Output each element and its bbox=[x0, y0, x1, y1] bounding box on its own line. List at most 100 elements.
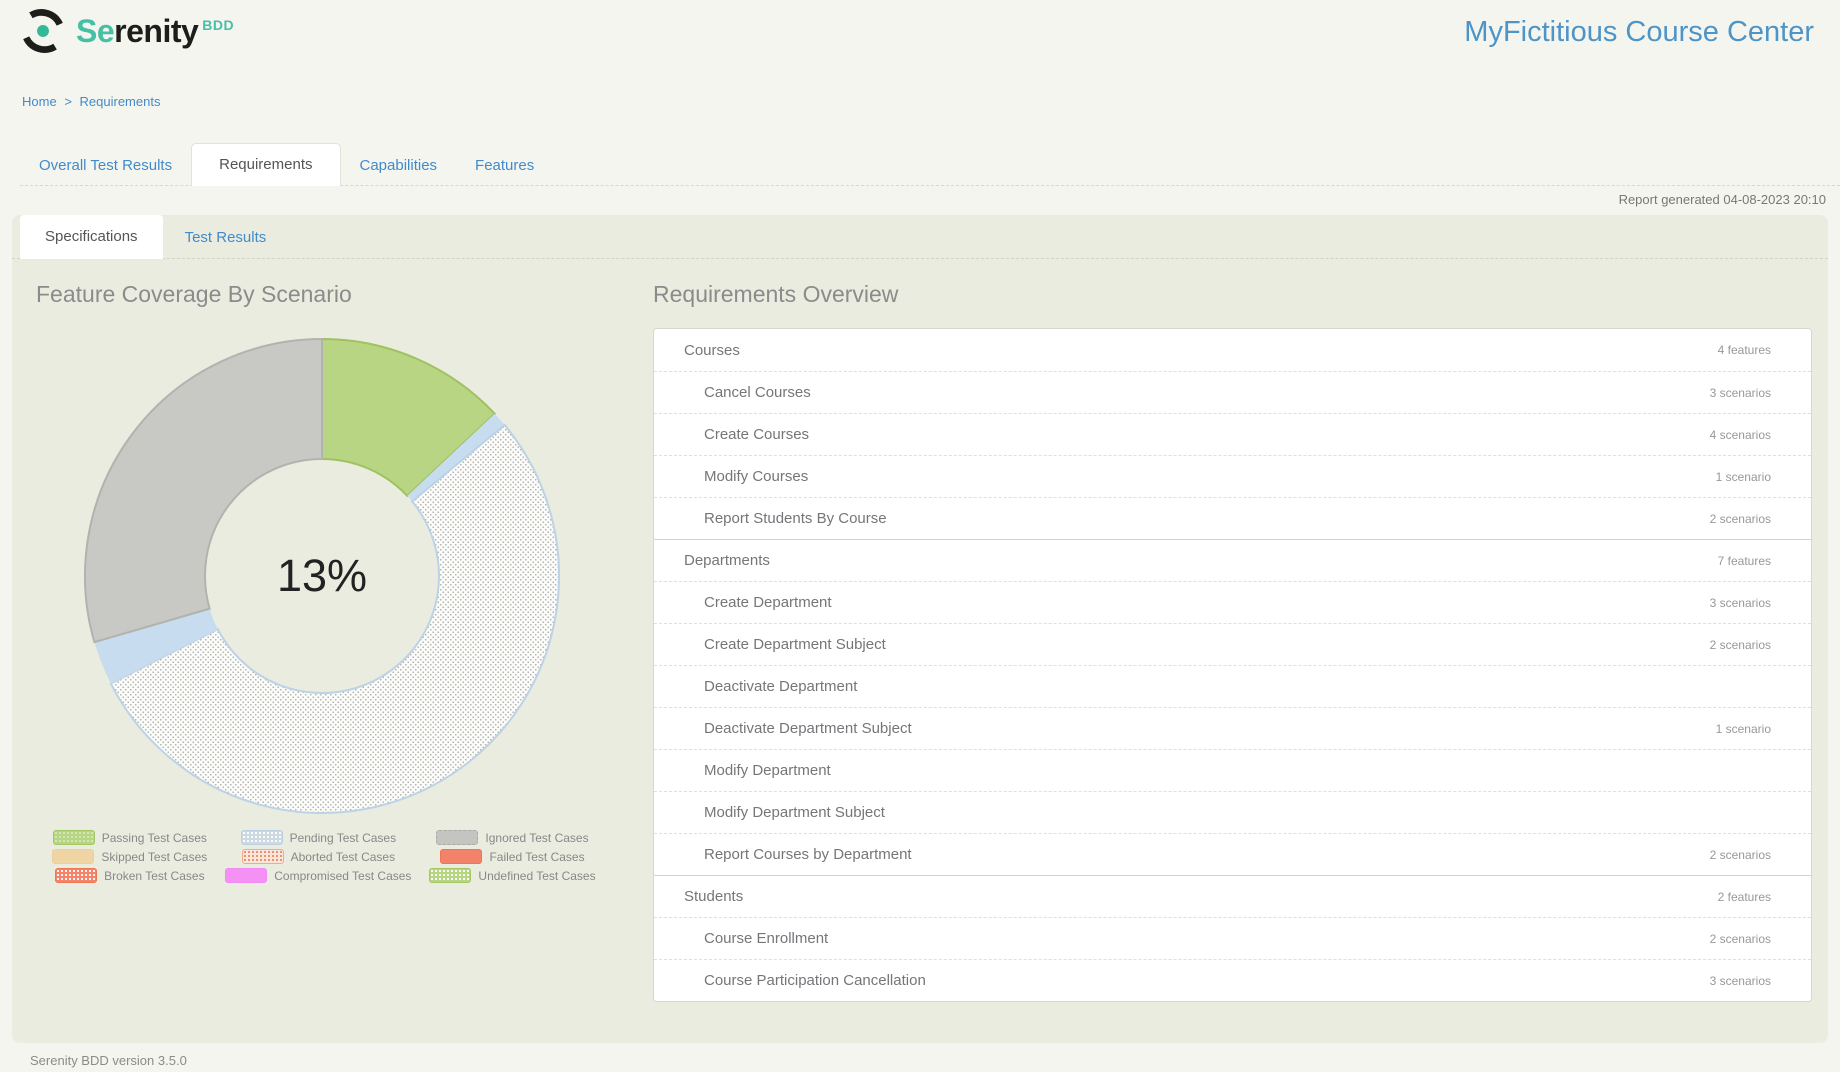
legend-swatch bbox=[225, 868, 268, 883]
requirement-count: 7 features bbox=[1717, 553, 1771, 568]
version-footer: Serenity BDD version 3.5.0 bbox=[30, 1053, 187, 1068]
requirement-name: Departments bbox=[684, 552, 770, 569]
main-tab-bar: Overall Test Results Requirements Capabi… bbox=[20, 143, 1840, 186]
legend-label: Undefined Test Cases bbox=[478, 868, 596, 883]
legend-label: Aborted Test Cases bbox=[290, 849, 396, 864]
legend-item: Undefined Test Cases bbox=[429, 868, 596, 883]
feature-row-modify-courses[interactable]: Modify Courses 1 scenario bbox=[654, 455, 1811, 497]
feature-row-report-students-by-course[interactable]: Report Students By Course 2 scenarios bbox=[654, 497, 1811, 539]
legend-swatch bbox=[52, 830, 95, 845]
feature-row-course-enrollment[interactable]: Course Enrollment 2 scenarios bbox=[654, 917, 1811, 959]
feature-row-modify-department[interactable]: Modify Department bbox=[654, 749, 1811, 791]
chart-legend: Passing Test Cases Pending Test Cases Igno… bbox=[52, 830, 596, 883]
requirement-name: Course Enrollment bbox=[704, 930, 829, 947]
requirement-name: Modify Department bbox=[704, 762, 831, 779]
requirement-count: 2 scenarios bbox=[1709, 931, 1771, 946]
requirement-count: 2 scenarios bbox=[1709, 637, 1771, 652]
page-title: MyFictitious Course Center bbox=[1464, 16, 1814, 48]
main-panel: Specifications Test Results Feature Cove… bbox=[12, 215, 1828, 1043]
requirement-count: 3 scenarios bbox=[1709, 385, 1771, 400]
requirement-count: 2 features bbox=[1717, 889, 1771, 904]
feature-row-cancel-courses[interactable]: Cancel Courses 3 scenarios bbox=[654, 371, 1811, 413]
legend-label: Broken Test Cases bbox=[104, 868, 205, 883]
legend-label: Pending Test Cases bbox=[289, 830, 397, 845]
legend-label: Failed Test Cases bbox=[489, 849, 585, 864]
tab-requirements[interactable]: Requirements bbox=[191, 143, 341, 186]
legend-swatch bbox=[429, 868, 472, 883]
breadcrumb-separator: > bbox=[64, 94, 72, 109]
breadcrumb: Home > Requirements bbox=[22, 94, 1840, 109]
feature-row-create-department-subject[interactable]: Create Department Subject 2 scenarios bbox=[654, 623, 1811, 665]
logo-center-dot bbox=[37, 25, 49, 37]
requirement-count: 1 scenario bbox=[1715, 469, 1771, 484]
legend-item: Ignored Test Cases bbox=[436, 830, 589, 845]
requirement-count: 3 scenarios bbox=[1709, 973, 1771, 988]
requirements-overview-title: Requirements Overview bbox=[653, 281, 899, 307]
requirement-name: Deactivate Department Subject bbox=[704, 720, 912, 737]
requirement-name: Create Courses bbox=[704, 426, 810, 443]
coverage-donut-chart: 13% bbox=[82, 336, 562, 816]
legend-swatch bbox=[52, 849, 95, 864]
legend-label: Skipped Test Cases bbox=[101, 849, 208, 864]
donut-segment-ignored[interactable] bbox=[84, 337, 323, 644]
legend-swatch bbox=[436, 830, 479, 845]
legend-swatch bbox=[55, 868, 98, 883]
requirement-count: 3 scenarios bbox=[1709, 595, 1771, 610]
capability-row-departments[interactable]: Departments 7 features bbox=[654, 539, 1811, 581]
breadcrumb-requirements-link[interactable]: Requirements bbox=[80, 94, 161, 109]
legend-item: Compromised Test Cases bbox=[225, 868, 411, 883]
feature-row-deactivate-department[interactable]: Deactivate Department bbox=[654, 665, 1811, 707]
breadcrumb-home-link[interactable]: Home bbox=[22, 94, 57, 109]
capability-row-courses[interactable]: Courses 4 features bbox=[654, 329, 1811, 371]
legend-swatch bbox=[240, 830, 283, 845]
feature-row-course-participation-cancellation[interactable]: Course Participation Cancellation 3 scena… bbox=[654, 959, 1811, 1001]
capability-row-students[interactable]: Students 2 features bbox=[654, 875, 1811, 917]
feature-row-deactivate-department-subject[interactable]: Deactivate Department Subject 1 scenario bbox=[654, 707, 1811, 749]
legend-label: Passing Test Cases bbox=[101, 830, 207, 845]
legend-item: Aborted Test Cases bbox=[241, 849, 396, 864]
feature-row-create-department[interactable]: Create Department 3 scenarios bbox=[654, 581, 1811, 623]
coverage-title: Feature Coverage By Scenario bbox=[36, 281, 352, 307]
requirement-count: 4 scenarios bbox=[1709, 427, 1771, 442]
subtab-test-results[interactable]: Test Results bbox=[163, 217, 289, 258]
requirement-name: Deactivate Department bbox=[704, 678, 858, 695]
brand-name: Serenity BDD bbox=[76, 12, 235, 49]
requirement-name: Students bbox=[684, 888, 744, 905]
requirement-count: 2 scenarios bbox=[1709, 847, 1771, 862]
requirements-overview-section: Requirements Overview Courses 4 features C… bbox=[653, 259, 1812, 1002]
legend-item: Skipped Test Cases bbox=[52, 849, 207, 864]
legend-label: Compromised Test Cases bbox=[274, 868, 412, 883]
requirement-name: Course Participation Cancellation bbox=[704, 972, 926, 989]
requirement-name: Create Department Subject bbox=[704, 636, 886, 653]
feature-row-modify-department-subject[interactable]: Modify Department Subject bbox=[654, 791, 1811, 833]
feature-row-create-courses[interactable]: Create Courses 4 scenarios bbox=[654, 413, 1811, 455]
tab-capabilities[interactable]: Capabilities bbox=[341, 146, 457, 185]
legend-swatch bbox=[241, 849, 284, 864]
requirement-count: 4 features bbox=[1717, 343, 1771, 357]
requirement-name: Modify Department Subject bbox=[704, 804, 885, 821]
subtab-specifications[interactable]: Specifications bbox=[20, 215, 163, 259]
requirement-name: Courses bbox=[684, 341, 740, 359]
legend-item: Failed Test Cases bbox=[440, 849, 585, 864]
donut-svg bbox=[84, 337, 560, 814]
requirement-count: 2 scenarios bbox=[1709, 511, 1771, 526]
serenity-logo: Serenity BDD bbox=[20, 8, 234, 54]
requirement-name: Create Department bbox=[704, 594, 832, 611]
coverage-section: Feature Coverage By Scenario 13% Passing… bbox=[36, 259, 636, 1002]
requirement-name: Report Students By Course bbox=[704, 510, 887, 527]
legend-item: Pending Test Cases bbox=[240, 830, 397, 845]
legend-swatch bbox=[440, 849, 483, 864]
requirement-name: Cancel Courses bbox=[704, 384, 811, 401]
requirements-table: Courses 4 features Cancel Courses 3 scenari… bbox=[653, 328, 1812, 1002]
tab-features[interactable]: Features bbox=[456, 146, 553, 185]
brand-bdd: BDD bbox=[202, 16, 235, 33]
tab-overall-test-results[interactable]: Overall Test Results bbox=[20, 146, 191, 185]
feature-row-report-courses-by-department[interactable]: Report Courses by Department 2 scenarios bbox=[654, 833, 1811, 875]
requirement-count: 1 scenario bbox=[1715, 721, 1771, 736]
legend-item: Passing Test Cases bbox=[52, 830, 207, 845]
report-generated-timestamp: Report generated 04-08-2023 20:10 bbox=[1618, 192, 1826, 207]
sub-tab-bar: Specifications Test Results bbox=[12, 215, 1828, 259]
requirement-name: Report Courses by Department bbox=[704, 846, 912, 863]
legend-item: Broken Test Cases bbox=[55, 868, 205, 883]
page-header: Serenity BDD MyFictitious Course Center bbox=[0, 0, 1840, 64]
